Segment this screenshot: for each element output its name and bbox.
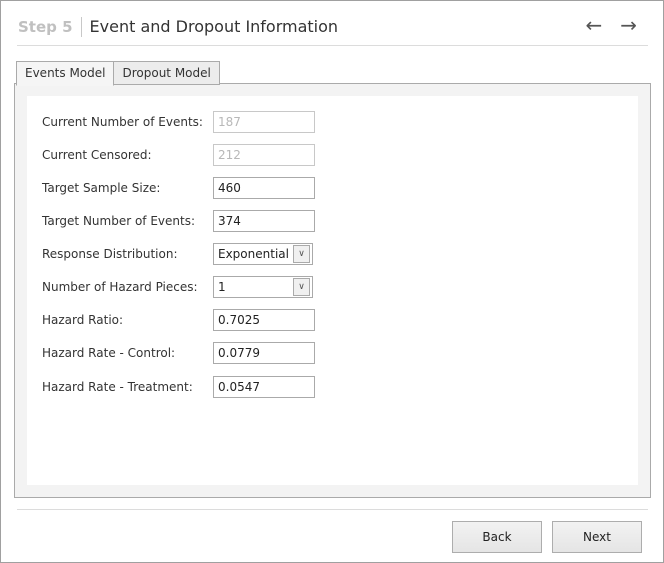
hazard-rate-control-input[interactable]: 0.0779 <box>213 342 315 364</box>
form-row-current-censored: Current Censored: 212 <box>42 144 315 166</box>
wizard-window: Step 5 Event and Dropout Information ← →… <box>0 0 664 563</box>
tab-dropout-model[interactable]: Dropout Model <box>114 61 220 85</box>
select-value: Exponential <box>218 247 289 261</box>
field-label: Hazard Rate - Control: <box>42 346 176 360</box>
field-label: Target Sample Size: <box>42 181 161 195</box>
form-row-hazard-rate-treatment: Hazard Rate - Treatment: 0.0547 <box>42 376 315 398</box>
page-title: Event and Dropout Information <box>89 17 339 36</box>
form-area: Current Number of Events: 187 Current Ce… <box>27 96 638 485</box>
hazard-rate-treatment-input[interactable]: 0.0547 <box>213 376 315 398</box>
nav-arrows: ← → <box>585 13 637 37</box>
field-label: Number of Hazard Pieces: <box>42 280 198 294</box>
field-label: Current Censored: <box>42 148 152 162</box>
current-events-input: 187 <box>213 111 315 133</box>
chevron-down-icon[interactable]: ∨ <box>293 278 310 296</box>
field-label: Hazard Ratio: <box>42 313 124 327</box>
field-label: Hazard Rate - Treatment: <box>42 380 193 394</box>
target-events-input[interactable]: 374 <box>213 210 315 232</box>
form-row-current-events: Current Number of Events: 187 <box>42 111 315 133</box>
footer-divider <box>17 509 648 510</box>
hazard-ratio-input[interactable]: 0.7025 <box>213 309 315 331</box>
field-label: Target Number of Events: <box>42 214 196 228</box>
arrow-right-icon[interactable]: → <box>620 13 637 37</box>
form-row-hazard-ratio: Hazard Ratio: 0.7025 <box>42 309 315 331</box>
form-row-response-distribution: Response Distribution: Exponential ∨ <box>42 243 313 265</box>
select-value: 1 <box>218 280 226 294</box>
back-button[interactable]: Back <box>452 521 542 553</box>
arrow-left-icon[interactable]: ← <box>585 13 602 37</box>
wizard-header: Step 5 Event and Dropout Information <box>18 15 338 39</box>
next-button[interactable]: Next <box>552 521 642 553</box>
current-censored-input: 212 <box>213 144 315 166</box>
form-row-hazard-pieces: Number of Hazard Pieces: 1 ∨ <box>42 276 313 298</box>
step-indicator: Step 5 <box>18 17 82 37</box>
tab-bar: Events Model Dropout Model <box>16 61 220 86</box>
header-divider <box>17 45 648 46</box>
response-distribution-select[interactable]: Exponential ∨ <box>213 243 313 265</box>
form-row-hazard-rate-control: Hazard Rate - Control: 0.0779 <box>42 342 315 364</box>
field-label: Response Distribution: <box>42 247 178 261</box>
hazard-pieces-select[interactable]: 1 ∨ <box>213 276 313 298</box>
form-row-target-sample-size: Target Sample Size: 460 <box>42 177 315 199</box>
tab-events-model[interactable]: Events Model <box>16 61 115 86</box>
target-sample-size-input[interactable]: 460 <box>213 177 315 199</box>
field-label: Current Number of Events: <box>42 115 203 129</box>
chevron-down-icon[interactable]: ∨ <box>293 245 310 263</box>
tab-panel: Current Number of Events: 187 Current Ce… <box>14 83 651 498</box>
form-row-target-events: Target Number of Events: 374 <box>42 210 315 232</box>
